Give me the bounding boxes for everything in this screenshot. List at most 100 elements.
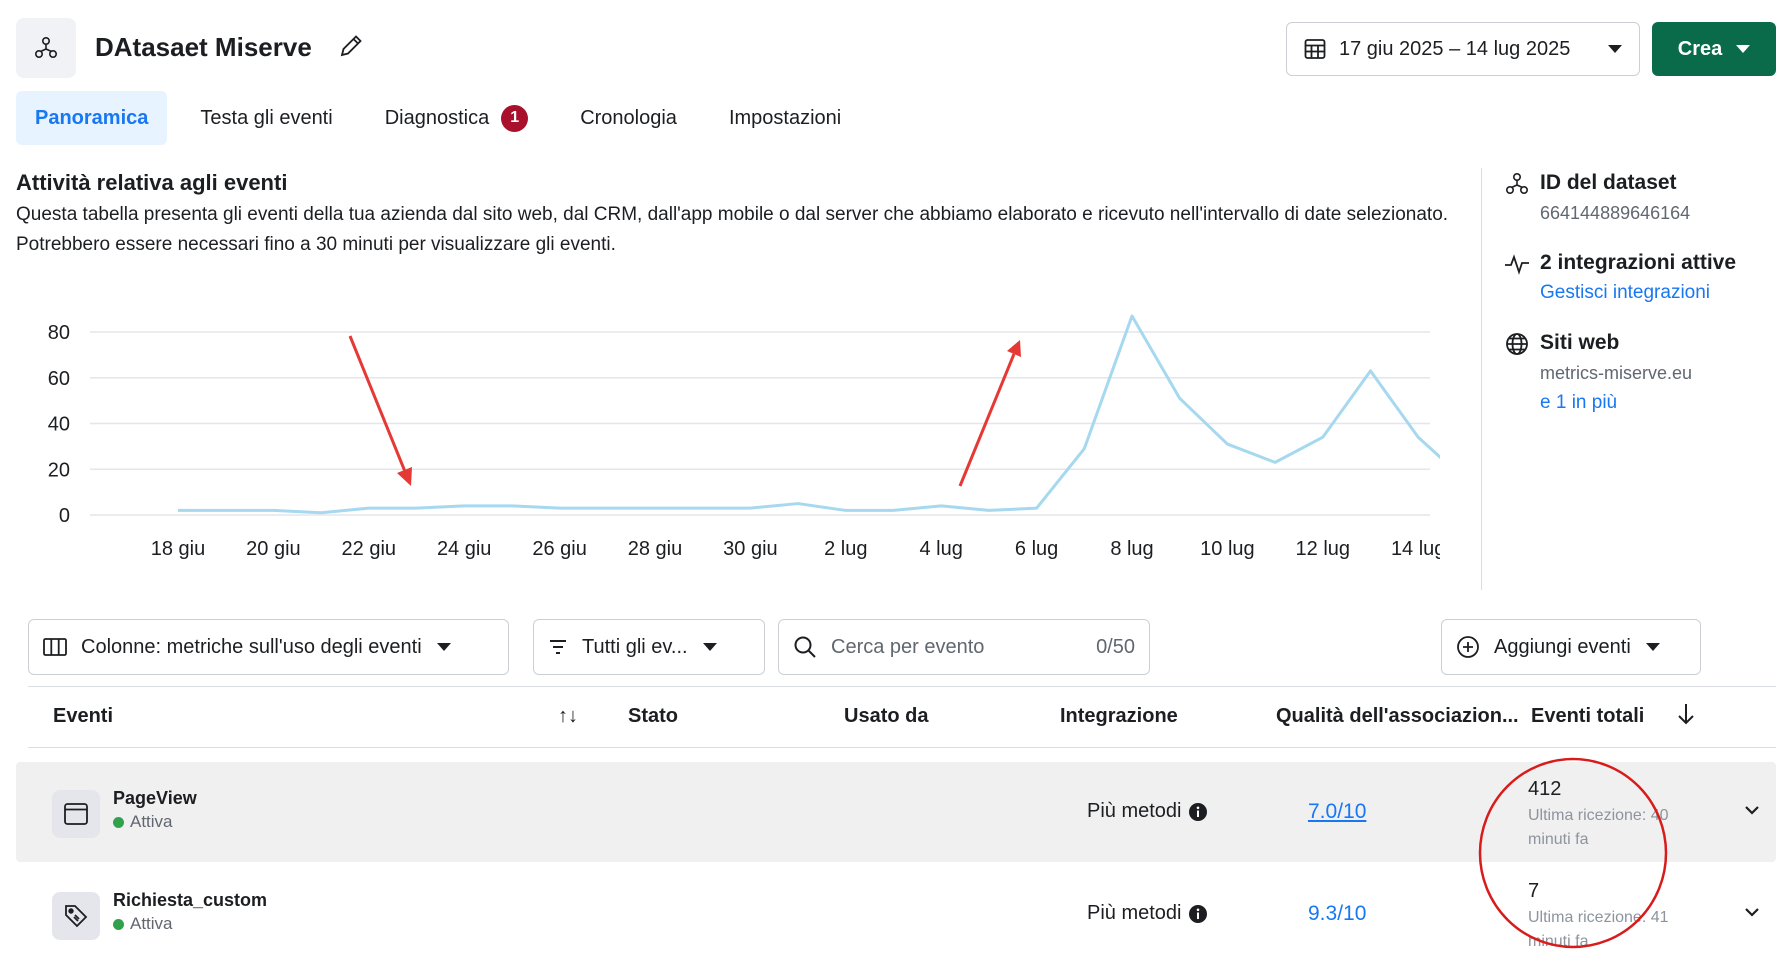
col-used-by[interactable]: Usato da	[844, 705, 928, 728]
y-tick-label: 80	[48, 322, 70, 344]
y-tick-label: 40	[48, 414, 70, 436]
filter-label: Tutti gli ev...	[582, 635, 688, 658]
search-placeholder: Cerca per evento	[831, 635, 985, 658]
tab-impostazioni[interactable]: Impostazioni	[710, 91, 860, 145]
dataset-info-panel: ID del dataset 664144889646164 2 integra…	[1504, 168, 1784, 438]
columns-icon	[43, 638, 67, 656]
browser-window-icon	[52, 790, 100, 838]
columns-dropdown[interactable]: Colonne: metriche sull'uso degli eventi	[28, 619, 509, 675]
caret-down-icon	[1645, 643, 1660, 651]
col-integration[interactable]: Integrazione	[1060, 705, 1178, 728]
table-row[interactable]: Richiesta_custom Attiva Più metodi 9.3/1…	[16, 864, 1776, 964]
tab-bar: Panoramica Testa gli eventi Diagnostica …	[16, 91, 874, 145]
more-websites-link[interactable]: e 1 in più	[1540, 388, 1784, 418]
activity-pulse-icon	[1505, 254, 1529, 275]
x-tick-label: 20 giu	[246, 538, 301, 560]
x-tick-label: 18 giu	[151, 538, 206, 560]
table-header: Eventi ↑↓ Stato Usato da Integrazione Qu…	[28, 686, 1776, 748]
status-dot	[113, 918, 124, 930]
last-received: Ultima ricezione: 41 minuti fa	[1528, 909, 1669, 950]
col-quality[interactable]: Qualità dell'associazion...	[1276, 705, 1519, 728]
x-tick-label: 8 lug	[1110, 538, 1153, 560]
status-label: Attiva	[130, 914, 173, 933]
tab-label: Cronologia	[580, 106, 677, 129]
caret-down-icon	[1736, 45, 1751, 53]
x-tick-label: 26 giu	[532, 538, 587, 560]
caret-down-icon	[702, 643, 717, 651]
date-range-picker[interactable]: 17 giu 2025 – 14 lug 2025	[1286, 22, 1640, 76]
integrations-label: 2 integrazioni attive	[1540, 251, 1737, 274]
x-tick-label: 6 lug	[1015, 538, 1058, 560]
dataset-id-block: ID del dataset 664144889646164	[1504, 168, 1784, 228]
tab-diagnostica[interactable]: Diagnostica 1	[366, 91, 548, 145]
add-events-label: Aggiungi eventi	[1494, 635, 1631, 658]
globe-icon	[1506, 333, 1528, 355]
create-button[interactable]: Crea	[1652, 22, 1776, 76]
tab-panoramica[interactable]: Panoramica	[16, 91, 168, 145]
arrow-down-icon[interactable]	[1676, 701, 1696, 733]
col-status[interactable]: Stato	[628, 705, 678, 728]
table-toolbar: Colonne: metriche sull'uso degli eventi …	[28, 619, 1776, 675]
match-quality-score[interactable]: 7.0/10	[1308, 800, 1366, 824]
event-search-input[interactable]: Cerca per evento 0/50	[778, 619, 1150, 675]
search-count: 0/50	[1096, 635, 1135, 658]
status-label: Attiva	[130, 812, 173, 831]
status-dot	[113, 816, 124, 828]
table-row[interactable]: PageView Attiva Più metodi 7.0/10 412 Ul…	[16, 762, 1776, 862]
event-filter-dropdown[interactable]: Tutti gli ev...	[533, 619, 765, 675]
plus-circle-icon	[1457, 636, 1479, 658]
total-events: 7	[1528, 880, 1540, 902]
y-tick-label: 0	[59, 505, 70, 527]
event-status: Attiva	[113, 914, 173, 934]
caret-down-icon	[436, 643, 451, 651]
tab-cronologia[interactable]: Cronologia	[561, 91, 696, 145]
last-received: Ultima ricezione: 40 minuti fa	[1528, 807, 1669, 848]
x-tick-label: 22 giu	[342, 538, 397, 560]
sort-icon[interactable]: ↑↓	[558, 705, 578, 728]
tag-icon	[52, 892, 100, 940]
integration-cell: Più metodi	[1087, 902, 1208, 925]
total-events: 412	[1528, 778, 1562, 800]
integrations-block: 2 integrazioni attive Gestisci integrazi…	[1504, 248, 1784, 308]
manage-integrations-link[interactable]: Gestisci integrazioni	[1540, 278, 1784, 308]
y-tick-label: 60	[48, 368, 70, 390]
section-title: Attività relativa agli eventi	[16, 170, 288, 195]
website-url: metrics-miserve.eu	[1540, 363, 1693, 383]
info-icon[interactable]	[1188, 802, 1208, 822]
dataset-id-label: ID del dataset	[1540, 171, 1677, 194]
add-events-button[interactable]: Aggiungi eventi	[1441, 619, 1701, 675]
series-line	[178, 314, 1440, 515]
y-tick-label: 20	[48, 459, 70, 481]
dataset-icon	[16, 18, 76, 78]
page-title: DAtasaet Miserve	[95, 32, 312, 62]
x-tick-label: 4 lug	[920, 538, 963, 560]
integration-label: Più metodi	[1087, 902, 1182, 924]
vertical-divider	[1481, 168, 1482, 590]
col-events[interactable]: Eventi	[53, 705, 113, 728]
tab-label: Diagnostica	[384, 106, 490, 129]
x-tick-label: 14 lug	[1391, 538, 1440, 560]
notification-badge: 1	[501, 104, 529, 132]
event-name: Richiesta_custom	[113, 890, 268, 910]
x-tick-label: 24 giu	[437, 538, 492, 560]
columns-label: Colonne: metriche sull'uso degli eventi	[81, 635, 422, 658]
search-icon	[794, 636, 816, 658]
pencil-icon[interactable]	[337, 32, 365, 60]
websites-label: Siti web	[1540, 331, 1620, 354]
dataset-id-value: 664144889646164	[1540, 203, 1691, 223]
tab-label: Testa gli eventi	[200, 106, 333, 129]
match-quality-score[interactable]: 9.3/10	[1308, 902, 1366, 926]
info-icon[interactable]	[1188, 904, 1208, 924]
col-total-events[interactable]: Eventi totali	[1531, 705, 1644, 728]
x-tick-label: 30 giu	[723, 538, 778, 560]
chevron-down-icon[interactable]	[1742, 902, 1762, 922]
chevron-down-icon[interactable]	[1742, 800, 1762, 820]
integration-cell: Più metodi	[1087, 800, 1208, 823]
filter-icon	[550, 640, 566, 654]
tab-label: Panoramica	[35, 106, 149, 129]
event-activity-chart: 0 20 40 60 80 18 giu 20 giu 22 giu 24 giu 26 giu 2…	[48, 314, 1440, 560]
tab-label: Impostazioni	[728, 106, 842, 129]
tab-testa-eventi[interactable]: Testa gli eventi	[181, 91, 351, 145]
x-tick-label: 12 lug	[1296, 538, 1351, 560]
caret-down-icon	[1608, 45, 1622, 53]
